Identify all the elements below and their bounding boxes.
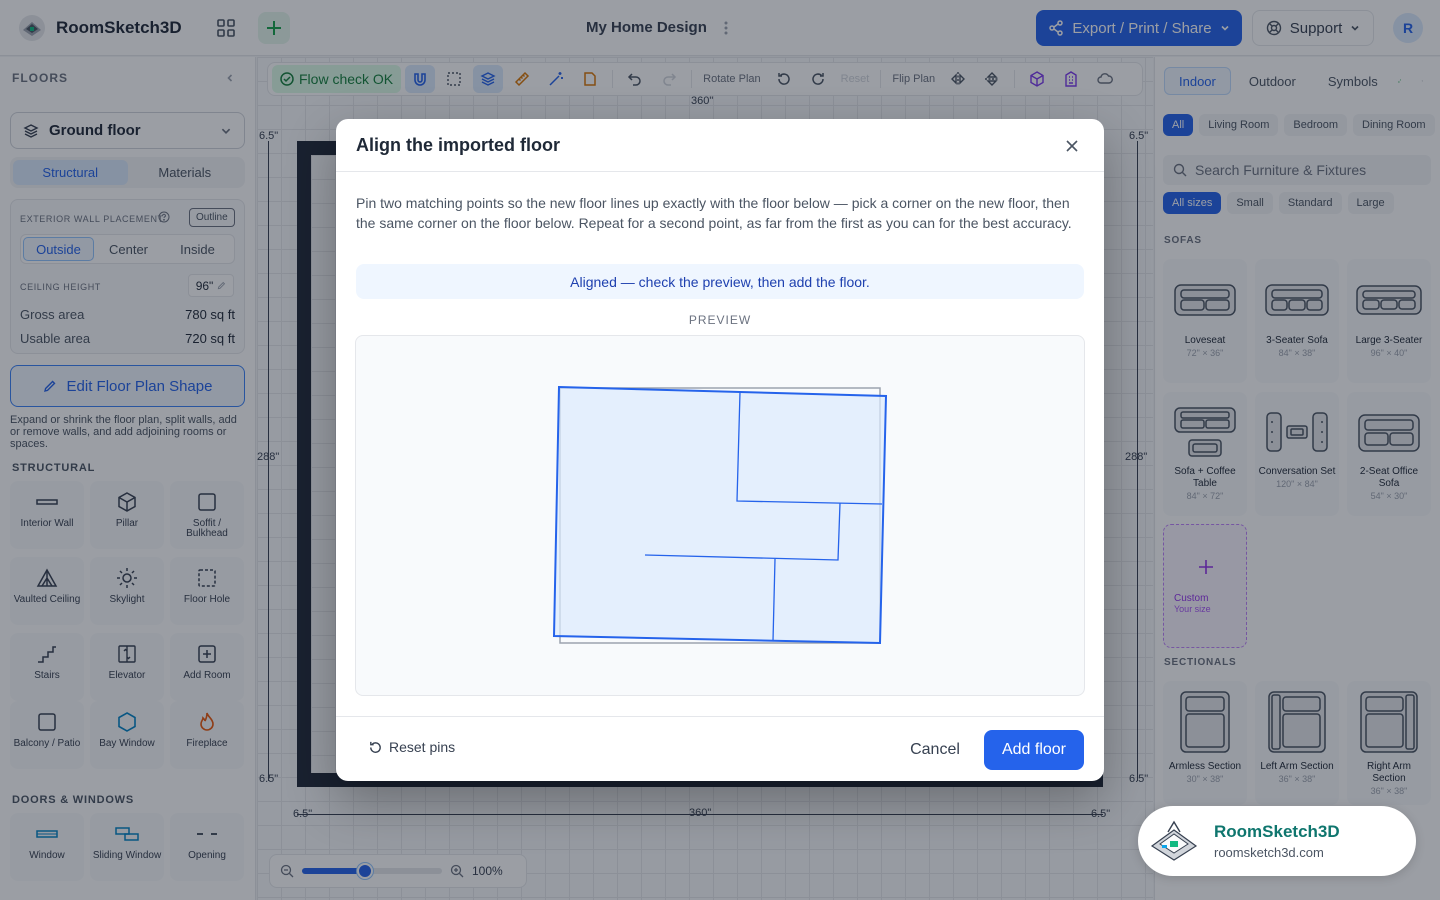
- close-icon: [1066, 140, 1078, 152]
- dialog-footer: Reset pins Cancel Add floor: [336, 716, 1104, 781]
- brand-watermark: RoomSketch3D roomsketch3d.com: [1138, 806, 1416, 876]
- alignment-status: Aligned — check the preview, then add th…: [356, 264, 1084, 299]
- watermark-text: RoomSketch3D roomsketch3d.com: [1214, 822, 1340, 860]
- add-floor-button[interactable]: Add floor: [984, 730, 1084, 770]
- reset-icon: [370, 741, 381, 753]
- house-logo-icon: [1150, 820, 1198, 861]
- align-floor-dialog: Align the imported floor Pin two matchin…: [336, 119, 1104, 781]
- alignment-preview-drawing: [552, 385, 888, 645]
- dialog-description: Pin two matching points so the new floor…: [356, 195, 1072, 231]
- watermark-url: roomsketch3d.com: [1214, 845, 1324, 860]
- preview-label: PREVIEW: [688, 313, 752, 327]
- alignment-preview: [355, 335, 1085, 696]
- imported-floor-outline: [552, 385, 888, 645]
- reset-pins-button[interactable]: Reset pins: [368, 739, 455, 755]
- dialog-title: Align the imported floor: [356, 135, 560, 155]
- reset-pins-label: Reset pins: [389, 739, 456, 755]
- cancel-button[interactable]: Cancel: [902, 730, 968, 770]
- dialog-header: Align the imported floor: [336, 119, 1104, 172]
- watermark-name: RoomSketch3D: [1214, 822, 1340, 841]
- close-dialog-button[interactable]: [1060, 134, 1084, 158]
